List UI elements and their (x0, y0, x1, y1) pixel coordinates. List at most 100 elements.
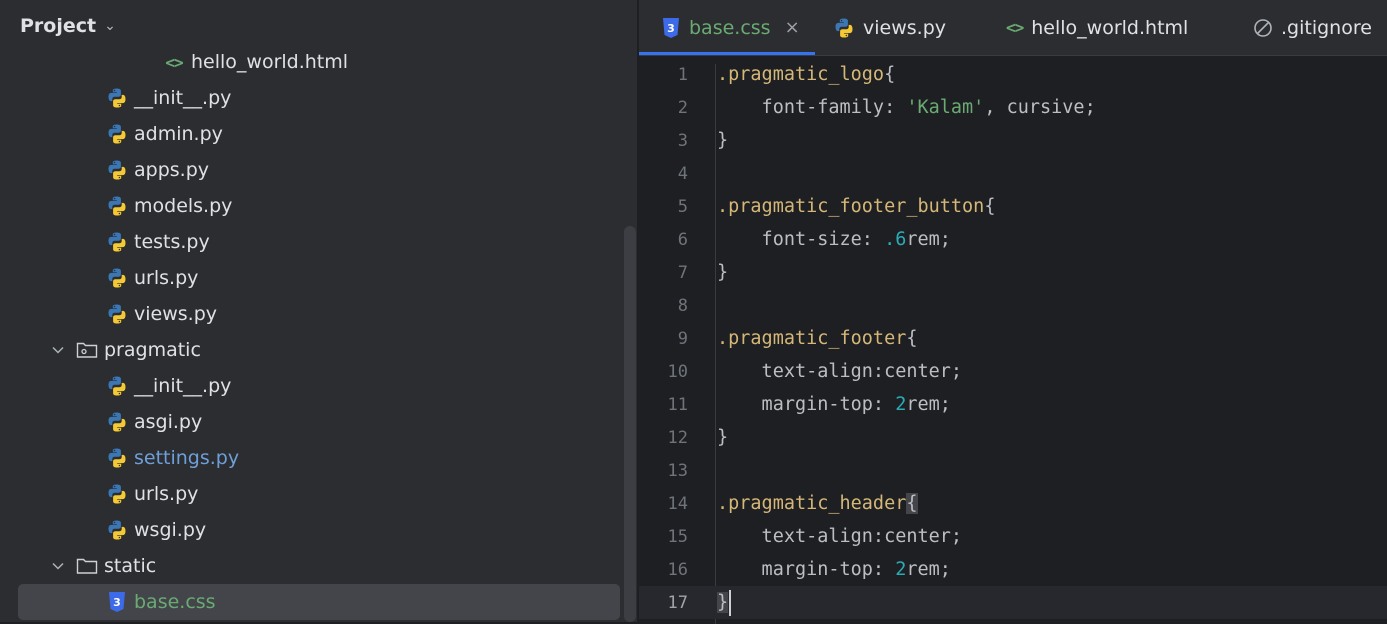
code-line[interactable]: 5 .pragmatic_footer_button{ (639, 190, 1387, 223)
project-panel: Project ⌄ <> hello_world.html __init__.py a… (0, 0, 637, 622)
code-text: .pragmatic_header{ (717, 493, 918, 514)
code-token: margin-top: (717, 559, 896, 580)
tree-item-label: wsgi.py (134, 519, 207, 541)
line-number: 7 (677, 262, 688, 283)
python-icon (106, 231, 128, 253)
chevron-down-icon[interactable] (48, 562, 68, 570)
code-text: .pragmatic_footer{ (717, 328, 918, 349)
code-text: margin-top: 2rem; (717, 559, 951, 580)
tree-item-label: admin.py (134, 123, 223, 145)
tab-views-py[interactable]: views.py (833, 0, 946, 55)
tree-item[interactable]: <> hello_world.html (18, 44, 620, 80)
code-token: text-align:center; (717, 526, 963, 547)
line-number: 15 (667, 526, 688, 547)
tree-item[interactable]: urls.py (18, 260, 620, 296)
code-line[interactable]: 3} (639, 124, 1387, 157)
tree-item[interactable]: __init__.py (18, 80, 620, 116)
folder-icon (76, 555, 98, 577)
code-token: { (884, 64, 896, 85)
line-number: 9 (677, 328, 688, 349)
code-line[interactable]: 10 text-align:center; (639, 355, 1387, 388)
code-text: text-align:center; (717, 526, 963, 547)
code-token: font-size: (717, 229, 885, 250)
code-text: font-family: 'Kalam', cursive; (717, 97, 1096, 118)
code-line[interactable]: 9 .pragmatic_footer{ (639, 322, 1387, 355)
tree-item[interactable]: wsgi.py (18, 512, 620, 548)
tree-item-label: tests.py (134, 231, 210, 253)
code-token: , cursive; (984, 97, 1096, 118)
tree-item[interactable]: views.py (18, 296, 620, 332)
scrollbar[interactable] (624, 226, 636, 622)
tree-item[interactable]: asgi.py (18, 404, 620, 440)
code-text: .pragmatic_footer_button{ (717, 196, 995, 217)
code-line[interactable]: 7} (639, 256, 1387, 289)
code-token: 'Kalam' (906, 97, 985, 118)
tab-hello-world-html[interactable]: <> hello_world.html (1006, 0, 1188, 55)
text-caret (729, 590, 731, 616)
project-panel-header[interactable]: Project ⌄ (20, 12, 116, 40)
python-icon (106, 411, 128, 433)
code-token: 2 (895, 559, 907, 580)
code-text: } (717, 130, 728, 151)
tree-item-label: static (104, 555, 157, 577)
tab-label: .gitignore (1281, 16, 1372, 39)
tree-item-label: views.py (134, 303, 217, 325)
tab-label: base.css (689, 16, 771, 39)
code-text: font-size: .6rem; (717, 229, 951, 250)
code-line[interactable]: 6 font-size: .6rem; (639, 223, 1387, 256)
python-icon (106, 123, 128, 145)
tree-item[interactable]: tests.py (18, 224, 620, 260)
code-token: margin-top: (717, 394, 896, 415)
code-line[interactable]: 16 margin-top: 2rem; (639, 553, 1387, 586)
code-token: 2 (895, 394, 907, 415)
code-token: { (906, 493, 918, 514)
chevron-down-icon[interactable]: ⌄ (104, 18, 116, 34)
tab-label: views.py (863, 16, 946, 39)
tree-item-label: asgi.py (134, 411, 203, 433)
tab-gitignore[interactable]: .gitignore (1253, 0, 1372, 55)
code-line[interactable]: 14 .pragmatic_header{ (639, 487, 1387, 520)
line-number: 5 (677, 196, 688, 217)
code-editor[interactable]: 1 .pragmatic_logo{2 font-family: 'Kalam',… (639, 56, 1387, 624)
line-number: 16 (667, 559, 688, 580)
code-line[interactable]: 15 text-align:center; (639, 520, 1387, 553)
tree-item[interactable]: models.py (18, 188, 620, 224)
code-token: rem; (906, 559, 951, 580)
tree-item[interactable]: settings.py (18, 440, 620, 476)
python-icon (833, 17, 855, 39)
tree-item-label: settings.py (134, 447, 240, 469)
tree-item[interactable]: urls.py (18, 476, 620, 512)
tree-item[interactable]: static (18, 548, 620, 584)
tree-item[interactable]: 3 base.css (18, 584, 620, 620)
code-token: } (717, 130, 729, 151)
tree-item[interactable]: admin.py (18, 116, 620, 152)
python-icon (106, 159, 128, 181)
tab-base-css[interactable]: 3 base.css × (661, 0, 800, 55)
svg-text:3: 3 (667, 22, 675, 35)
python-icon (106, 87, 128, 109)
code-line[interactable]: 13 (639, 454, 1387, 487)
code-token: font-family: (717, 97, 907, 118)
tree-item[interactable]: apps.py (18, 152, 620, 188)
code-line[interactable]: 11 margin-top: 2rem; (639, 388, 1387, 421)
chevron-down-icon[interactable] (48, 346, 68, 354)
code-line[interactable]: 12} (639, 421, 1387, 454)
tree-item[interactable]: __init__.py (18, 368, 620, 404)
code-line[interactable]: 8 (639, 289, 1387, 322)
css-icon: 3 (661, 17, 681, 39)
code-token: text-align:center; (717, 361, 963, 382)
python-icon (106, 519, 128, 541)
python-icon (106, 447, 128, 469)
code-token: } (717, 262, 729, 283)
code-line[interactable]: 2 font-family: 'Kalam', cursive; (639, 91, 1387, 124)
python-icon (106, 375, 128, 397)
code-token: .pragmatic_footer_button (717, 196, 985, 217)
code-line[interactable]: 1 .pragmatic_logo{ (639, 58, 1387, 91)
tree-item[interactable]: pragmatic (18, 332, 620, 368)
line-number: 8 (677, 295, 688, 316)
project-title: Project (20, 15, 97, 37)
tree-item-label: pragmatic (104, 339, 201, 361)
code-line[interactable]: 4 (639, 157, 1387, 190)
close-icon[interactable]: × (785, 17, 800, 38)
code-line[interactable]: 17} (639, 586, 1387, 619)
